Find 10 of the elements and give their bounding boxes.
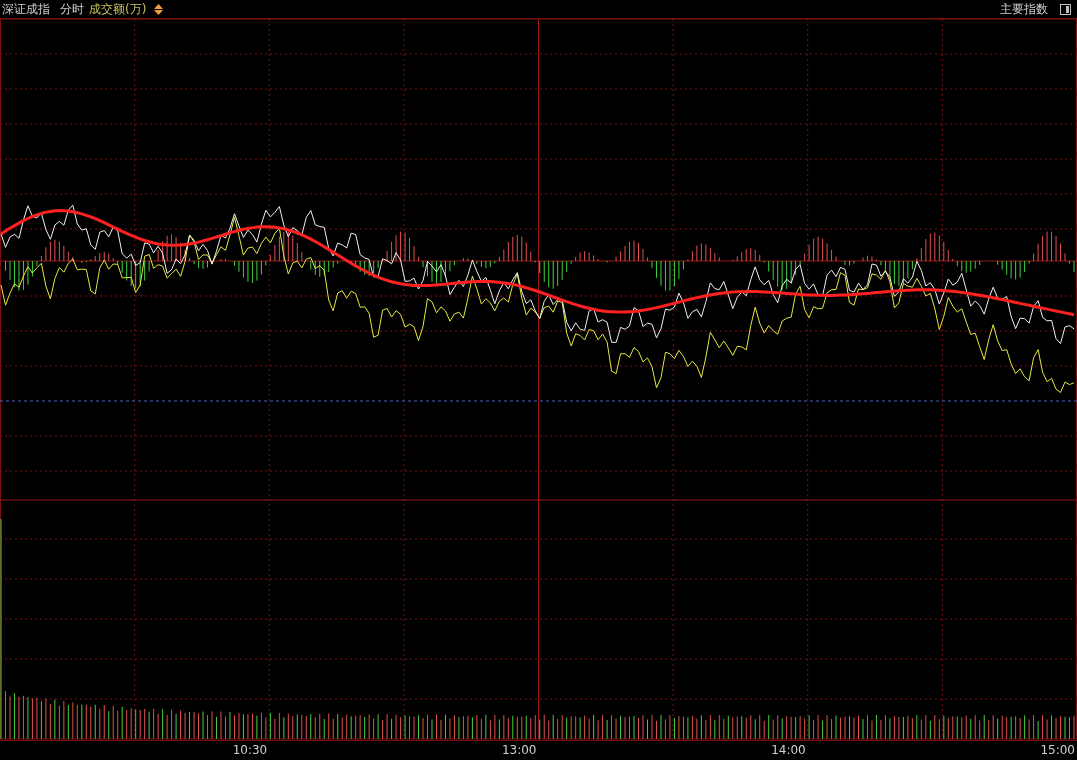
panel-toggle-icon[interactable] — [1060, 3, 1071, 15]
time-axis-label: 14:00 — [771, 742, 806, 759]
time-axis-label: 13:00 — [501, 742, 537, 759]
indicator-label[interactable]: 成交额(万) — [89, 0, 147, 18]
time-axis-label: 10:30 — [232, 742, 268, 759]
index-name: 深证成指 — [2, 1, 50, 18]
period-label[interactable]: 分时 — [60, 0, 84, 18]
up-down-arrow-icon[interactable] — [154, 3, 164, 15]
main-index-label[interactable]: 主要指数 — [1000, 0, 1048, 18]
time-axis-label: 15:00 — [1040, 742, 1075, 759]
